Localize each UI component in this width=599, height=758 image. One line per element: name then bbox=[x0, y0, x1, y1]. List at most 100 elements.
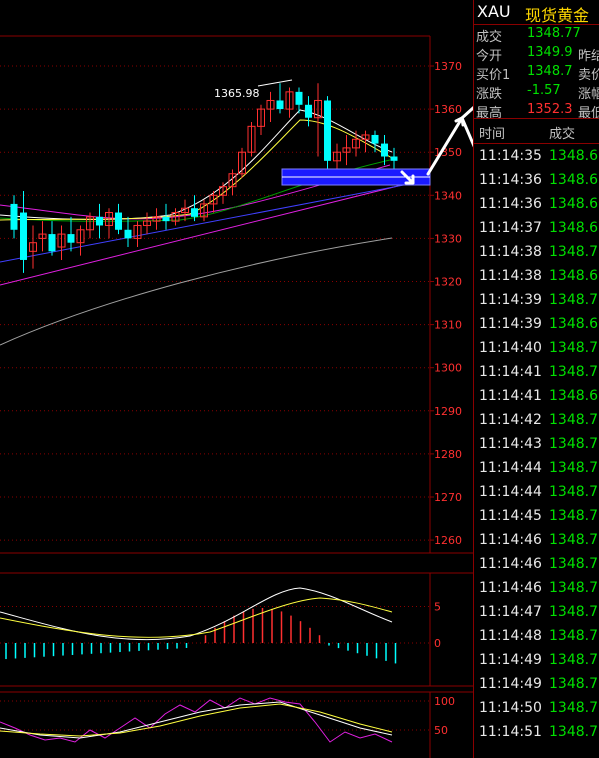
kdj-tick-label: 50 bbox=[434, 724, 448, 737]
tick-price: 1348.7 bbox=[549, 580, 598, 596]
tick-time: 11:14:41 bbox=[479, 364, 542, 380]
candle-body bbox=[276, 100, 284, 110]
ma-long-line bbox=[0, 237, 393, 346]
quote-row: 涨跌 -1.57 涨幅 bbox=[474, 83, 599, 102]
tick-time: 11:14:36 bbox=[479, 172, 542, 188]
tick-price: 1348.6 bbox=[549, 388, 598, 404]
tick-price: 1348.7 bbox=[549, 484, 598, 500]
ticks-header: 时间 成交 bbox=[474, 118, 599, 144]
tick-row: 11:14:41 1348.7 bbox=[474, 362, 599, 386]
tick-price: 1348.7 bbox=[549, 724, 598, 740]
tick-row: 11:14:39 1348.6 bbox=[474, 314, 599, 338]
high-annotation-leader bbox=[257, 79, 293, 87]
candle-body bbox=[295, 91, 303, 105]
trendline-magenta bbox=[0, 177, 431, 286]
tick-time: 11:14:50 bbox=[479, 700, 542, 716]
tick-price: 1348.6 bbox=[549, 220, 598, 236]
tick-time: 11:14:47 bbox=[479, 604, 542, 620]
kdj-tick-label: 100 bbox=[434, 695, 455, 708]
tick-time: 11:14:46 bbox=[479, 532, 542, 548]
quote-value: 1352.3 bbox=[527, 102, 573, 117]
candle-body bbox=[10, 203, 18, 230]
tick-row: 11:14:45 1348.7 bbox=[474, 506, 599, 530]
tick-time: 11:14:42 bbox=[479, 412, 542, 428]
tick-price: 1348.6 bbox=[549, 148, 598, 164]
tick-price: 1348.7 bbox=[549, 532, 598, 548]
tick-row: 11:14:50 1348.7 bbox=[474, 698, 599, 722]
y-tick-label: 1270 bbox=[434, 491, 462, 504]
ticks-header-time: 时间 bbox=[479, 127, 506, 142]
ticks-header-price: 成交 bbox=[549, 127, 576, 142]
tick-price: 1348.7 bbox=[549, 604, 598, 620]
tick-time: 11:14:44 bbox=[479, 460, 542, 476]
high-annotation: 1365.98 bbox=[214, 87, 260, 100]
tick-time: 11:14:38 bbox=[479, 268, 542, 284]
tick-row: 11:14:36 1348.6 bbox=[474, 194, 599, 218]
y-tick-label: 1290 bbox=[434, 405, 462, 418]
y-tick-label: 1310 bbox=[434, 319, 462, 332]
y-tick-label: 1340 bbox=[434, 189, 462, 202]
tick-row: 11:14:44 1348.7 bbox=[474, 482, 599, 506]
tick-price: 1348.6 bbox=[549, 172, 598, 188]
candle-body bbox=[162, 216, 170, 222]
tick-row: 11:14:44 1348.7 bbox=[474, 458, 599, 482]
tick-price: 1348.7 bbox=[549, 676, 598, 692]
tick-time: 11:14:37 bbox=[479, 220, 542, 236]
tick-row: 11:14:46 1348.7 bbox=[474, 554, 599, 578]
kdj-d-line bbox=[0, 703, 393, 737]
tick-row: 11:14:41 1348.6 bbox=[474, 386, 599, 410]
quote-label: 买价1 bbox=[476, 68, 511, 83]
candle-body bbox=[67, 234, 75, 243]
tick-price: 1348.7 bbox=[549, 292, 598, 308]
tick-time: 11:14:46 bbox=[479, 556, 542, 572]
quote-label: 涨跌 bbox=[476, 87, 503, 102]
quote-extra-label: 昨结 bbox=[578, 49, 599, 64]
tick-row: 11:14:37 1348.6 bbox=[474, 218, 599, 242]
y-tick-label: 1330 bbox=[434, 232, 462, 245]
quote-row: 成交 1348.77 bbox=[474, 26, 599, 45]
y-tick-label: 1300 bbox=[434, 362, 462, 375]
chart-area[interactable]: 1370136013501340133013201310130012901280… bbox=[0, 0, 474, 758]
tick-time: 11:14:38 bbox=[479, 244, 542, 260]
tick-time: 11:14:41 bbox=[479, 388, 542, 404]
candle-body bbox=[305, 104, 312, 118]
tick-time: 11:14:49 bbox=[479, 676, 542, 692]
tick-price: 1348.7 bbox=[549, 556, 598, 572]
quote-value: 1348.77 bbox=[527, 26, 581, 41]
tick-time: 11:14:43 bbox=[479, 436, 542, 452]
tick-price: 1348.7 bbox=[549, 652, 598, 668]
tick-time: 11:14:39 bbox=[479, 292, 542, 308]
quote-row: 买价1 1348.7 卖价 bbox=[474, 64, 599, 83]
quote-value: 1348.7 bbox=[527, 64, 573, 79]
tick-row: 11:14:42 1348.7 bbox=[474, 410, 599, 434]
tick-time: 11:14:35 bbox=[479, 148, 542, 164]
candle-body bbox=[390, 156, 398, 161]
tick-price: 1348.7 bbox=[549, 340, 598, 356]
candle-body bbox=[48, 234, 56, 252]
candle-body bbox=[96, 216, 103, 226]
tick-price: 1348.7 bbox=[549, 436, 598, 452]
instrument-name: 现货黄金 bbox=[525, 6, 590, 25]
quote-header: XAU 现货黄金 bbox=[474, 0, 599, 25]
ma-white bbox=[0, 109, 393, 221]
tick-row: 11:14:49 1348.7 bbox=[474, 674, 599, 698]
tick-row: 11:14:39 1348.7 bbox=[474, 290, 599, 314]
candle-body bbox=[381, 143, 388, 157]
quote-extra-label: 涨幅 bbox=[578, 87, 599, 102]
tick-row: 11:14:48 1348.7 bbox=[474, 626, 599, 650]
symbol-label[interactable]: XAU bbox=[477, 2, 511, 21]
macd-dif-line bbox=[0, 587, 393, 641]
tick-row: 11:14:51 1348.7 bbox=[474, 722, 599, 746]
tick-time: 11:14:44 bbox=[479, 484, 542, 500]
tick-price: 1348.6 bbox=[549, 268, 598, 284]
tick-row: 11:14:43 1348.7 bbox=[474, 434, 599, 458]
tick-row: 11:14:38 1348.6 bbox=[474, 266, 599, 290]
tick-price: 1348.7 bbox=[549, 460, 598, 476]
y-tick-label: 1280 bbox=[434, 448, 462, 461]
tick-time: 11:14:36 bbox=[479, 196, 542, 212]
candle-body bbox=[20, 212, 27, 260]
tick-time: 11:14:49 bbox=[479, 652, 542, 668]
tick-price: 1348.7 bbox=[549, 508, 598, 524]
quote-extra-label: 卖价 bbox=[578, 68, 599, 83]
tick-price: 1348.7 bbox=[549, 412, 598, 428]
